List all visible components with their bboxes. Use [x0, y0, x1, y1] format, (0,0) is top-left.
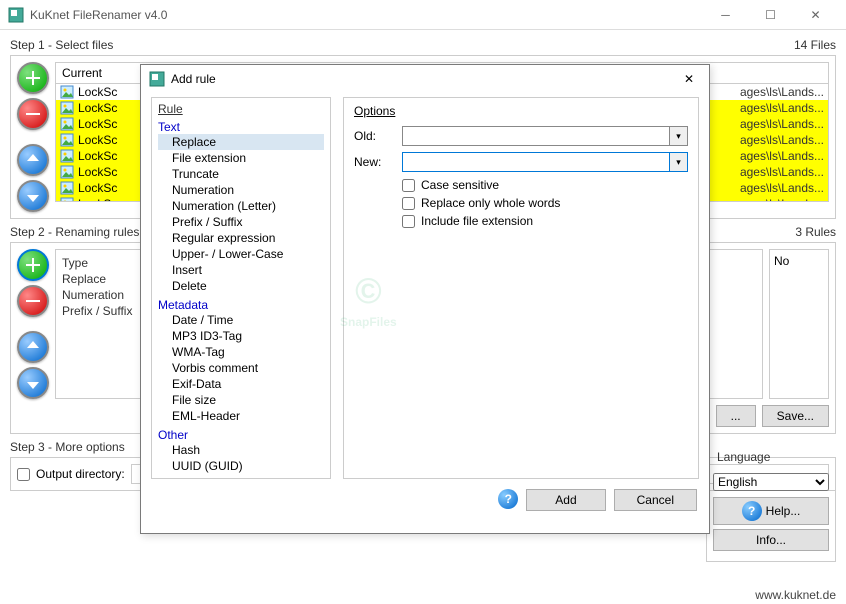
whole-words-checkbox[interactable]	[402, 197, 415, 210]
rule-item[interactable]: Prefix / Suffix	[158, 214, 324, 230]
image-file-icon	[60, 165, 74, 179]
step2-label: Step 2 - Renaming rules	[10, 225, 139, 239]
close-button[interactable]: ✕	[793, 1, 838, 29]
maximize-button[interactable]: ☐	[748, 1, 793, 29]
remove-file-button[interactable]	[17, 98, 49, 130]
language-select[interactable]: English	[713, 473, 829, 491]
include-extension-label: Include file extension	[421, 214, 533, 228]
rule-item[interactable]: Insert	[158, 262, 324, 278]
image-file-icon	[60, 149, 74, 163]
rule-down-button[interactable]	[17, 367, 49, 399]
new-input[interactable]	[402, 152, 670, 172]
step1-label: Step 1 - Select files	[10, 38, 113, 52]
rules-col2: No	[774, 254, 824, 268]
title-bar: KuKnet FileRenamer v4.0 ─ ☐ ✕	[0, 0, 846, 30]
old-label: Old:	[354, 129, 394, 143]
language-label: Language	[713, 450, 774, 464]
add-file-button[interactable]	[17, 62, 49, 94]
rules-save-button[interactable]: Save...	[762, 405, 829, 427]
output-directory-label: Output directory:	[36, 467, 125, 481]
rule-item[interactable]: Delete	[158, 278, 324, 294]
minimize-button[interactable]: ─	[703, 1, 748, 29]
category-other[interactable]: Other	[158, 428, 324, 442]
language-box: Language English ?Help... Info...	[706, 450, 836, 562]
old-input[interactable]	[402, 126, 670, 146]
dialog-help-button[interactable]: ?	[498, 489, 518, 509]
dialog-icon	[149, 71, 165, 87]
help-button[interactable]: ?Help...	[713, 497, 829, 525]
rule-header: Rule	[158, 102, 324, 116]
image-file-icon	[60, 197, 74, 202]
dialog-title: Add rule	[171, 72, 677, 86]
image-file-icon	[60, 85, 74, 99]
rule-item[interactable]: Truncate	[158, 166, 324, 182]
rule-item[interactable]: Hash	[158, 442, 324, 458]
rule-item[interactable]: Upper- / Lower-Case	[158, 246, 324, 262]
rule-item[interactable]: Vorbis comment	[158, 360, 324, 376]
help-icon: ?	[742, 501, 762, 521]
add-rule-button[interactable]	[17, 249, 49, 281]
step3-label: Step 3 - More options	[10, 440, 125, 454]
rule-item[interactable]: File extension	[158, 150, 324, 166]
remove-rule-button[interactable]	[17, 285, 49, 317]
include-extension-checkbox[interactable]	[402, 215, 415, 228]
rule-item[interactable]: WMA-Tag	[158, 344, 324, 360]
whole-words-label: Replace only whole words	[421, 196, 560, 210]
new-label: New:	[354, 155, 394, 169]
dialog-add-button[interactable]: Add	[526, 489, 605, 511]
rule-item[interactable]: Regular expression	[158, 230, 324, 246]
image-file-icon	[60, 101, 74, 115]
dialog-cancel-button[interactable]: Cancel	[614, 489, 697, 511]
move-up-button[interactable]	[17, 144, 49, 176]
rule-item[interactable]: UUID (GUID)	[158, 458, 324, 474]
rule-item[interactable]: EML-Header	[158, 408, 324, 424]
rule-item[interactable]: MP3 ID3-Tag	[158, 328, 324, 344]
dialog-close-button[interactable]: ✕	[677, 72, 701, 86]
output-directory-checkbox[interactable]	[17, 468, 30, 481]
category-text[interactable]: Text	[158, 120, 324, 134]
move-down-button[interactable]	[17, 180, 49, 212]
rule-item[interactable]: Numeration (Letter)	[158, 198, 324, 214]
new-dropdown[interactable]: ▾	[670, 152, 688, 172]
app-icon	[8, 7, 24, 23]
footer-link[interactable]: www.kuknet.de	[755, 588, 836, 602]
add-rule-dialog: Add rule ✕ Rule Text ReplaceFile extensi…	[140, 64, 710, 534]
rule-item[interactable]: Exif-Data	[158, 376, 324, 392]
file-count: 14 Files	[794, 38, 836, 52]
image-file-icon	[60, 181, 74, 195]
case-sensitive-label: Case sensitive	[421, 178, 499, 192]
image-file-icon	[60, 133, 74, 147]
image-file-icon	[60, 117, 74, 131]
rules-browse-button[interactable]: ...	[716, 405, 756, 427]
rule-count: 3 Rules	[795, 225, 836, 239]
category-metadata[interactable]: Metadata	[158, 298, 324, 312]
window-title: KuKnet FileRenamer v4.0	[30, 8, 703, 22]
rule-tree[interactable]: Rule Text ReplaceFile extensionTruncateN…	[151, 97, 331, 479]
old-dropdown[interactable]: ▾	[670, 126, 688, 146]
rule-item[interactable]: File size	[158, 392, 324, 408]
rule-up-button[interactable]	[17, 331, 49, 363]
case-sensitive-checkbox[interactable]	[402, 179, 415, 192]
info-button[interactable]: Info...	[713, 529, 829, 551]
rule-item[interactable]: Date / Time	[158, 312, 324, 328]
rule-item[interactable]: Replace	[158, 134, 324, 150]
options-header: Options	[354, 104, 688, 118]
options-pane: Options Old: ▾ New: ▾ Case sensitive Rep…	[343, 97, 699, 479]
rule-item[interactable]: Numeration	[158, 182, 324, 198]
